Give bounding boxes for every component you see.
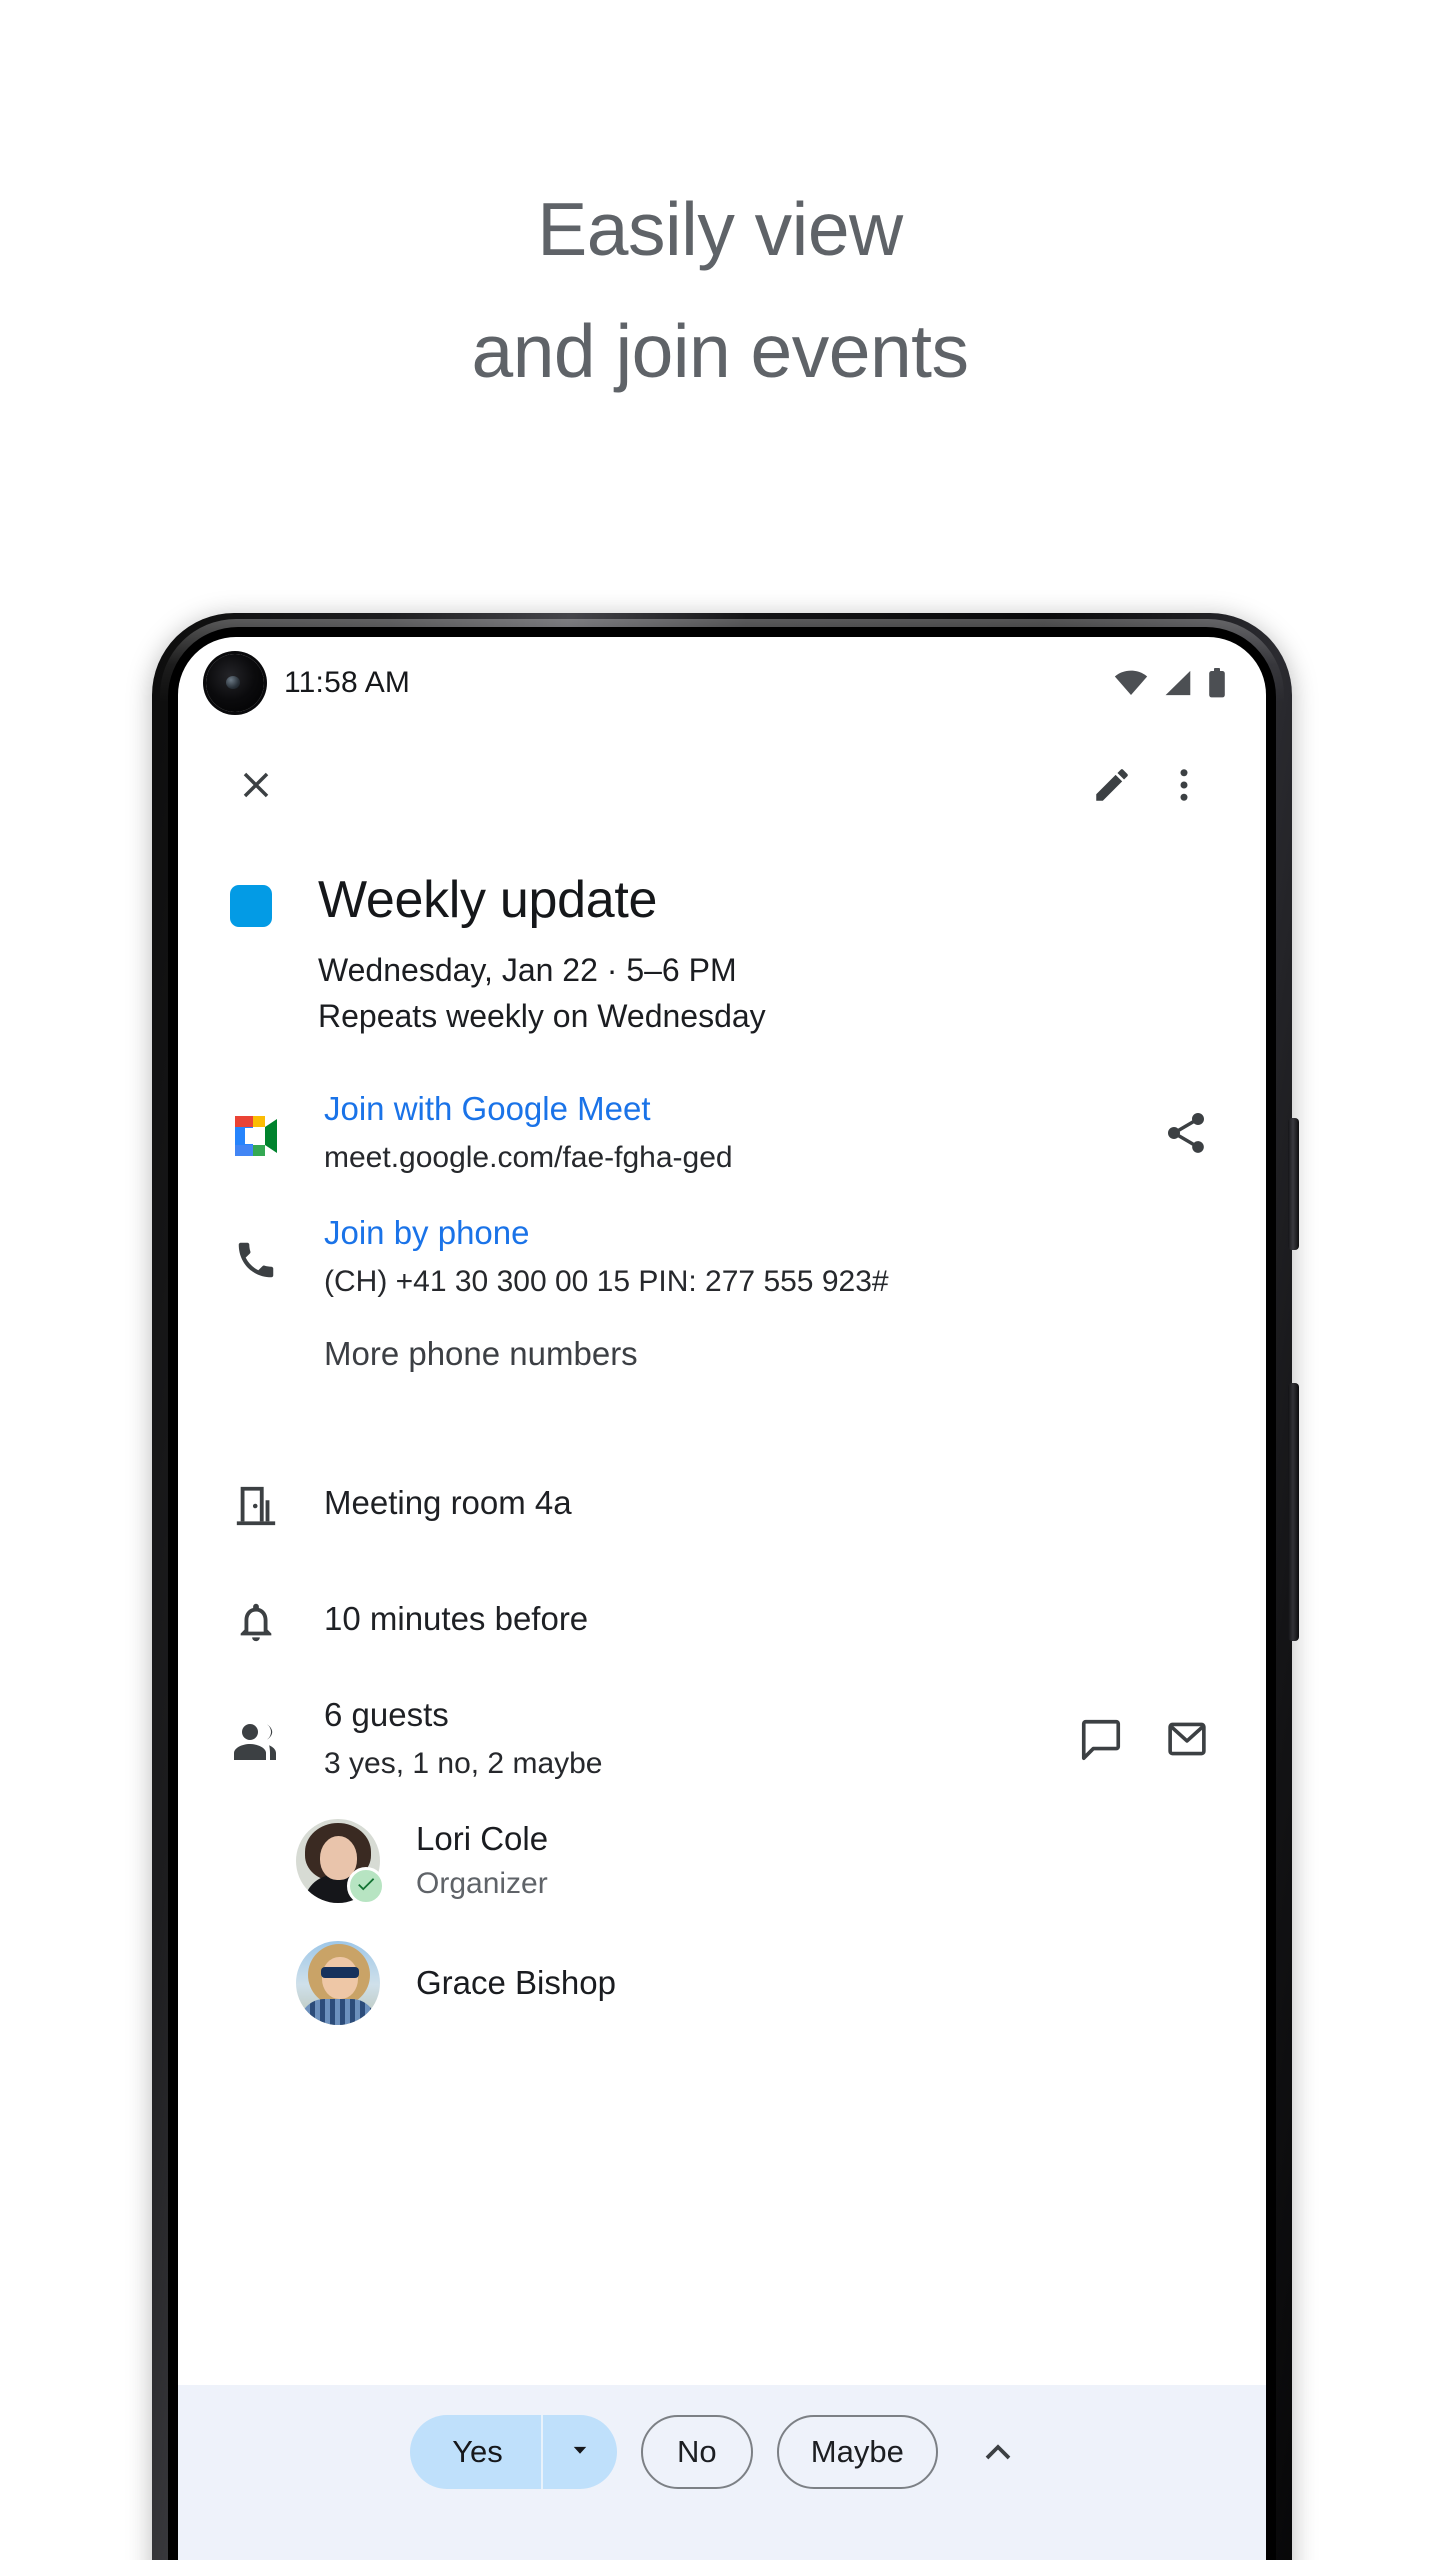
guest-name: Grace Bishop xyxy=(416,1964,616,2001)
rsvp-no-button[interactable]: No xyxy=(640,2415,753,2489)
rsvp-yes-segmented-button[interactable]: Yes xyxy=(410,2415,617,2489)
join-meet-link[interactable]: Join with Google Meet xyxy=(324,1086,1162,1132)
guest-role: Organizer xyxy=(416,1867,548,1900)
email-icon[interactable] xyxy=(1164,1716,1210,1767)
share-icon[interactable] xyxy=(1162,1109,1210,1162)
phone-number-pin: (CH) +41 30 300 00 15 PIN: 277 555 923# xyxy=(324,1265,889,1298)
event-recurrence: Repeats weekly on Wednesday xyxy=(318,998,766,1034)
headline-line-2: and join events xyxy=(471,309,969,393)
rsvp-maybe-button[interactable]: Maybe xyxy=(776,2415,938,2489)
notification-label: 10 minutes before xyxy=(324,1600,589,1637)
chat-bubble-icon[interactable] xyxy=(1078,1716,1124,1767)
event-datetime: Wednesday, Jan 22 · 5–6 PM xyxy=(318,952,737,988)
guest-name: Lori Cole xyxy=(416,1820,549,1857)
rsvp-yes-button[interactable]: Yes xyxy=(410,2415,541,2489)
join-by-phone-link[interactable]: Join by phone xyxy=(324,1210,1210,1256)
guests-row-actions xyxy=(1078,1712,1210,1767)
meet-row-actions xyxy=(1162,1105,1210,1162)
status-clock: 11:58 AM xyxy=(284,666,411,699)
event-header: Weekly update Wednesday, Jan 22 · 5–6 PM… xyxy=(178,841,1266,1039)
more-phone-numbers-body: More phone numbers xyxy=(324,1331,1210,1377)
power-button[interactable] xyxy=(1288,1118,1299,1250)
guests-body: 6 guests 3 yes, 1 no, 2 maybe xyxy=(324,1692,1078,1786)
list-item[interactable]: Grace Bishop xyxy=(178,1941,1266,2025)
meeting-room-body: Meeting room 4a xyxy=(324,1480,1210,1526)
volume-button[interactable] xyxy=(1288,1383,1299,1641)
guests-row[interactable]: 6 guests 3 yes, 1 no, 2 maybe xyxy=(178,1691,1266,1787)
more-phone-numbers-label[interactable]: More phone numbers xyxy=(324,1331,1210,1377)
guest-text: Grace Bishop xyxy=(416,1961,616,2005)
rsvp-yes-dropdown-button[interactable] xyxy=(543,2415,617,2489)
meeting-room-label: Meeting room 4a xyxy=(324,1484,572,1521)
row-icon-placeholder xyxy=(230,1331,282,1337)
phone-row-body: Join by phone (CH) +41 30 300 00 15 PIN:… xyxy=(324,1210,1210,1304)
meeting-room-row[interactable]: Meeting room 4a xyxy=(178,1455,1266,1551)
event-title: Weekly update xyxy=(318,871,658,929)
event-header-text: Weekly update Wednesday, Jan 22 · 5–6 PM… xyxy=(318,869,766,1039)
battery-icon xyxy=(1208,668,1226,698)
google-meet-icon xyxy=(230,1108,282,1158)
phone-screen: 11:58 AM Weekly update Wednesday, Jan 22… xyxy=(178,637,1266,2560)
calendar-color-chip xyxy=(230,885,272,927)
status-badge xyxy=(347,1867,385,1905)
page-title: Easily view and join events xyxy=(0,168,1440,412)
rsvp-expand-button[interactable] xyxy=(962,2415,1034,2489)
more-vertical-icon xyxy=(1163,764,1205,806)
edit-pencil-icon xyxy=(1091,764,1133,806)
chevron-up-icon xyxy=(978,2430,1018,2475)
overflow-menu-button[interactable] xyxy=(1148,749,1220,821)
event-app-bar xyxy=(178,729,1266,841)
people-icon xyxy=(230,1714,282,1764)
guests-count: 6 guests xyxy=(324,1696,449,1733)
close-icon xyxy=(235,764,277,806)
phone-mockup: 11:58 AM Weekly update Wednesday, Jan 22… xyxy=(152,613,1299,2560)
list-item[interactable]: Lori Cole Organizer xyxy=(178,1817,1266,1905)
rsvp-action-bar: Yes No Maybe xyxy=(178,2385,1266,2560)
more-phone-numbers-row[interactable]: More phone numbers xyxy=(178,1331,1266,1427)
avatar xyxy=(296,1819,385,1905)
phone-icon xyxy=(230,1231,282,1283)
meet-url: meet.google.com/fae-fgha-ged xyxy=(324,1141,733,1174)
status-bar: 11:58 AM xyxy=(178,637,1266,729)
meet-row[interactable]: Join with Google Meet meet.google.com/fa… xyxy=(178,1085,1266,1181)
avatar xyxy=(296,1941,380,2025)
notification-body: 10 minutes before xyxy=(324,1596,1210,1642)
status-icon-group xyxy=(1114,668,1226,698)
chevron-down-icon xyxy=(565,2435,595,2470)
close-button[interactable] xyxy=(220,749,292,821)
bell-icon xyxy=(230,1593,282,1645)
check-icon xyxy=(355,1873,377,1900)
notification-row[interactable]: 10 minutes before xyxy=(178,1571,1266,1667)
edit-button[interactable] xyxy=(1076,749,1148,821)
cell-signal-icon xyxy=(1163,670,1193,696)
wifi-icon xyxy=(1114,670,1148,696)
meeting-room-icon xyxy=(230,1477,282,1529)
avatar-image xyxy=(296,1941,380,2025)
promo-screenshot: Easily view and join events 11:58 AM Wee… xyxy=(0,0,1440,2560)
join-by-phone-row[interactable]: Join by phone (CH) +41 30 300 00 15 PIN:… xyxy=(178,1209,1266,1305)
guest-text: Lori Cole Organizer xyxy=(416,1817,548,1905)
guests-rsvp-summary: 3 yes, 1 no, 2 maybe xyxy=(324,1747,603,1780)
front-camera-icon xyxy=(206,654,264,712)
headline-line-1: Easily view xyxy=(537,187,903,271)
meet-row-body: Join with Google Meet meet.google.com/fa… xyxy=(324,1086,1162,1180)
